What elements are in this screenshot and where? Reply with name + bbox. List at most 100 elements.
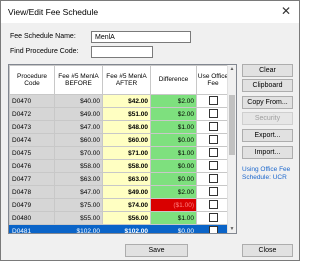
header-difference[interactable]: Difference <box>150 65 197 95</box>
header-fee-after[interactable]: Fee #5 MenlA AFTER <box>102 65 151 95</box>
fee-after-cell[interactable]: $58.00 <box>102 159 151 173</box>
fee-after-cell[interactable]: $71.00 <box>102 146 151 160</box>
table-row[interactable]: D0475 $70.00 $71.00 $1.00 <box>9 146 230 160</box>
difference-cell: $2.00 <box>150 185 197 199</box>
table-row[interactable]: D0474 $60.00 $60.00 $0.00 <box>9 133 230 147</box>
use-office-fee-checkbox[interactable] <box>208 213 218 223</box>
table-row[interactable]: D0476 $58.00 $58.00 $0.00 <box>9 159 230 173</box>
table-row[interactable]: D0470 $40.00 $42.00 $2.00 <box>9 94 230 108</box>
find-code-label: Find Procedure Code: <box>10 48 79 55</box>
vertical-scrollbar[interactable]: ▲ ▼ <box>227 65 236 233</box>
use-office-fee-checkbox[interactable] <box>208 226 218 233</box>
use-office-fee-checkbox[interactable] <box>208 135 218 145</box>
difference-cell: $0.00 <box>150 133 197 147</box>
table-row[interactable]: D0481 $102.00 $102.00 $0.00 <box>9 224 230 233</box>
fee-before-cell: $47.00 <box>54 120 103 134</box>
schedule-name-field[interactable]: MenlA <box>91 31 191 43</box>
use-office-fee-cell <box>196 172 230 186</box>
use-office-fee-checkbox[interactable] <box>208 122 218 132</box>
fee-after-cell[interactable]: $60.00 <box>102 133 151 147</box>
procedure-code-cell: D0475 <box>9 146 55 160</box>
scroll-up-icon[interactable]: ▲ <box>228 65 236 73</box>
use-office-fee-cell <box>196 94 230 108</box>
export-button[interactable]: Export... <box>242 129 293 142</box>
procedure-code-cell: D0472 <box>9 107 55 121</box>
use-office-fee-checkbox[interactable] <box>208 174 218 184</box>
fee-after-cell[interactable]: $51.00 <box>102 107 151 121</box>
header-procedure-code[interactable]: Procedure Code <box>9 65 55 95</box>
procedure-code-cell: D0479 <box>9 198 55 212</box>
clipboard-button[interactable]: Clipboard <box>242 79 293 92</box>
use-office-fee-checkbox[interactable] <box>208 96 218 106</box>
difference-cell: ($1.00) <box>150 198 197 212</box>
fee-table: Procedure Code Fee #5 MenlA BEFORE Fee #… <box>9 65 230 233</box>
procedure-code-cell: D0477 <box>9 172 55 186</box>
use-office-fee-checkbox[interactable] <box>208 187 218 197</box>
copy-from-button[interactable]: Copy From... <box>242 96 293 109</box>
difference-cell: $1.00 <box>150 146 197 160</box>
table-row[interactable]: D0477 $63.00 $63.00 $0.00 <box>9 172 230 186</box>
table-header-row: Procedure Code Fee #5 MenlA BEFORE Fee #… <box>9 65 230 95</box>
procedure-code-cell: D0476 <box>9 159 55 173</box>
fee-before-cell: $55.00 <box>54 211 103 225</box>
use-office-fee-cell <box>196 120 230 134</box>
schedule-name-label: Fee Schedule Name: <box>10 33 76 40</box>
fee-before-cell: $102.00 <box>54 224 103 233</box>
use-office-fee-cell <box>196 133 230 147</box>
scroll-down-icon[interactable]: ▼ <box>228 225 236 233</box>
office-fee-schedule-note: Using Office Fee Schedule: UCR <box>242 166 291 181</box>
fee-after-cell[interactable]: $74.00 <box>102 198 151 212</box>
difference-cell: $0.00 <box>150 159 197 173</box>
fee-before-cell: $47.00 <box>54 185 103 199</box>
window-title: View/Edit Fee Schedule <box>8 7 99 17</box>
scroll-thumb[interactable] <box>229 95 235 155</box>
fee-after-cell[interactable]: $63.00 <box>102 172 151 186</box>
fee-after-cell[interactable]: $56.00 <box>102 211 151 225</box>
fee-after-cell[interactable]: $102.00 <box>102 224 151 233</box>
use-office-fee-cell <box>196 146 230 160</box>
procedure-code-cell: D0478 <box>9 185 55 199</box>
use-office-fee-cell <box>196 198 230 212</box>
title-bar: View/Edit Fee Schedule ✕ <box>1 1 299 23</box>
use-office-fee-cell <box>196 185 230 199</box>
table-row[interactable]: D0479 $75.00 $74.00 ($1.00) <box>9 198 230 212</box>
fee-after-cell[interactable]: $49.00 <box>102 185 151 199</box>
use-office-fee-cell <box>196 224 230 233</box>
fee-grid[interactable]: Procedure Code Fee #5 MenlA BEFORE Fee #… <box>8 64 237 234</box>
use-office-fee-cell <box>196 107 230 121</box>
table-row[interactable]: D0472 $49.00 $51.00 $2.00 <box>9 107 230 121</box>
fee-before-cell: $75.00 <box>54 198 103 212</box>
security-button[interactable]: Security <box>242 112 293 125</box>
difference-cell: $1.00 <box>150 211 197 225</box>
save-button[interactable]: Save <box>125 244 188 257</box>
table-row[interactable]: D0480 $55.00 $56.00 $1.00 <box>9 211 230 225</box>
find-code-field[interactable] <box>91 46 153 58</box>
procedure-code-cell: D0473 <box>9 120 55 134</box>
use-office-fee-checkbox[interactable] <box>208 161 218 171</box>
use-office-fee-checkbox[interactable] <box>208 200 218 210</box>
clear-button[interactable]: Clear <box>242 64 293 77</box>
header-fee-before[interactable]: Fee #5 MenlA BEFORE <box>54 65 103 95</box>
fee-before-cell: $49.00 <box>54 107 103 121</box>
fee-before-cell: $63.00 <box>54 172 103 186</box>
use-office-fee-cell <box>196 211 230 225</box>
fee-after-cell[interactable]: $48.00 <box>102 120 151 134</box>
table-row[interactable]: D0473 $47.00 $48.00 $1.00 <box>9 120 230 134</box>
fee-after-cell[interactable]: $42.00 <box>102 94 151 108</box>
fee-schedule-window: View/Edit Fee Schedule ✕ Fee Schedule Na… <box>0 0 300 261</box>
difference-cell: $0.00 <box>150 172 197 186</box>
close-button[interactable]: Close <box>242 244 293 257</box>
use-office-fee-checkbox[interactable] <box>208 148 218 158</box>
difference-cell: $2.00 <box>150 94 197 108</box>
use-office-fee-checkbox[interactable] <box>208 109 218 119</box>
fee-before-cell: $40.00 <box>54 94 103 108</box>
procedure-code-cell: D0470 <box>9 94 55 108</box>
import-button[interactable]: Import... <box>242 146 293 159</box>
procedure-code-cell: D0480 <box>9 211 55 225</box>
fee-before-cell: $70.00 <box>54 146 103 160</box>
table-row[interactable]: D0478 $47.00 $49.00 $2.00 <box>9 185 230 199</box>
procedure-code-cell: D0474 <box>9 133 55 147</box>
header-use-office-fee[interactable]: Use Office Fee <box>196 65 230 95</box>
close-window-icon[interactable]: ✕ <box>281 4 291 18</box>
difference-cell: $0.00 <box>150 224 197 233</box>
